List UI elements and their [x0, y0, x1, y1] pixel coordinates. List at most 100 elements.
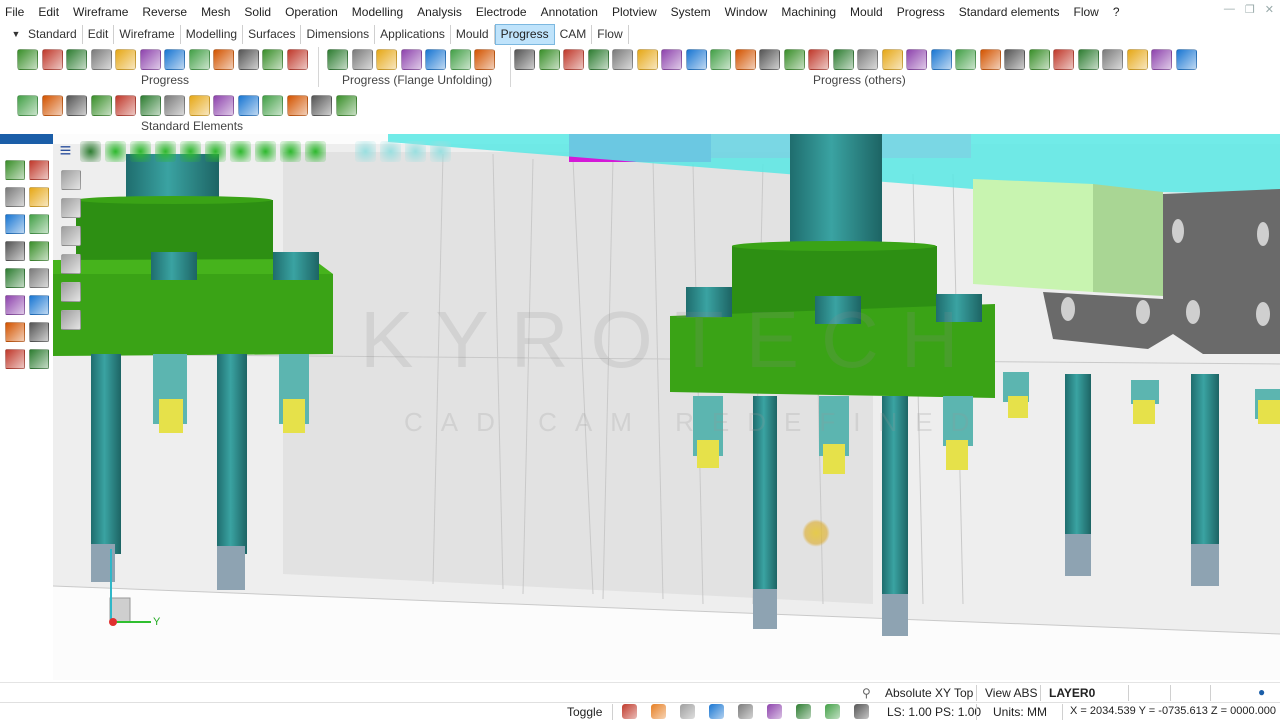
tool-button[interactable]: [514, 49, 535, 70]
zoom-all-icon[interactable]: [430, 140, 451, 162]
hamburger-icon[interactable]: ≡: [55, 140, 76, 162]
tool-button[interactable]: [833, 49, 854, 70]
tool-button[interactable]: [61, 170, 81, 190]
tool-button[interactable]: [29, 160, 49, 180]
tool-button[interactable]: [5, 214, 25, 234]
tool-button[interactable]: [29, 322, 49, 342]
tool-button[interactable]: [686, 49, 707, 70]
search-icon[interactable]: ⚲: [862, 686, 871, 700]
tool-button[interactable]: [91, 49, 112, 70]
tool-button[interactable]: [5, 295, 25, 315]
tool-button[interactable]: [238, 49, 259, 70]
tool-button[interactable]: [66, 95, 87, 116]
tool-button[interactable]: [637, 49, 658, 70]
tool-button[interactable]: [1053, 49, 1074, 70]
tool-button[interactable]: [661, 49, 682, 70]
tool-button[interactable]: [5, 187, 25, 207]
tool-button[interactable]: [1004, 49, 1025, 70]
view-abs-label[interactable]: View ABS: [985, 686, 1037, 700]
tool-button[interactable]: [42, 95, 63, 116]
cube-front-icon[interactable]: [180, 140, 201, 162]
cube-solid-icon[interactable]: [305, 140, 326, 162]
tool-button[interactable]: [474, 49, 495, 70]
tool-button[interactable]: [1151, 49, 1172, 70]
zoom-area-icon[interactable]: [405, 140, 426, 162]
tool-button[interactable]: [5, 241, 25, 261]
cube-right-icon[interactable]: [230, 140, 251, 162]
tool-button[interactable]: [29, 268, 49, 288]
tool-button[interactable]: [213, 49, 234, 70]
tool-button[interactable]: [115, 49, 136, 70]
tool-button[interactable]: [906, 49, 927, 70]
tool-button[interactable]: [29, 187, 49, 207]
cube-iso-icon[interactable]: [155, 140, 176, 162]
tool-button[interactable]: [5, 268, 25, 288]
tool-button[interactable]: [352, 49, 373, 70]
tool-button[interactable]: [61, 198, 81, 218]
tool-button[interactable]: [189, 49, 210, 70]
fit-icon[interactable]: [80, 140, 101, 162]
cube-left-icon[interactable]: [255, 140, 276, 162]
tool-button[interactable]: [29, 214, 49, 234]
tool-button[interactable]: [91, 95, 112, 116]
view-mode-label[interactable]: Absolute XY Top: [885, 686, 973, 700]
tool-button[interactable]: [5, 322, 25, 342]
status-tool-icon[interactable]: [709, 704, 724, 719]
magnet-icon[interactable]: [330, 141, 351, 162]
tool-button[interactable]: [17, 49, 38, 70]
tool-button[interactable]: [1078, 49, 1099, 70]
tool-button[interactable]: [29, 349, 49, 369]
tool-button[interactable]: [5, 349, 25, 369]
status-tool-icon[interactable]: [622, 704, 637, 719]
tool-button[interactable]: [1102, 49, 1123, 70]
tool-button[interactable]: [931, 49, 952, 70]
tool-button[interactable]: [759, 49, 780, 70]
tool-button[interactable]: [29, 241, 49, 261]
tool-button[interactable]: [376, 49, 397, 70]
cube-back-icon[interactable]: [280, 140, 301, 162]
tool-button[interactable]: [955, 49, 976, 70]
tool-button[interactable]: [882, 49, 903, 70]
tool-button[interactable]: [450, 49, 471, 70]
tool-button[interactable]: [735, 49, 756, 70]
tool-button[interactable]: [710, 49, 731, 70]
zoom-out-icon[interactable]: [380, 140, 401, 162]
tool-button[interactable]: [42, 49, 63, 70]
units-readout[interactable]: Units: MM: [993, 705, 1047, 719]
tool-button[interactable]: [808, 49, 829, 70]
tool-button[interactable]: [784, 49, 805, 70]
toggle-button[interactable]: Toggle: [567, 705, 602, 719]
globe-icon[interactable]: ●: [1258, 685, 1265, 699]
tool-button[interactable]: [140, 95, 161, 116]
tool-button[interactable]: [588, 49, 609, 70]
tool-button[interactable]: [66, 49, 87, 70]
tool-button[interactable]: [5, 160, 25, 180]
status-tool-icon[interactable]: [825, 704, 840, 719]
tool-button[interactable]: [262, 95, 283, 116]
tool-button[interactable]: [857, 49, 878, 70]
tool-button[interactable]: [336, 95, 357, 116]
tool-button[interactable]: [17, 95, 38, 116]
tool-button[interactable]: [539, 49, 560, 70]
tool-button[interactable]: [61, 310, 81, 330]
tool-button[interactable]: [164, 95, 185, 116]
tool-button[interactable]: [61, 282, 81, 302]
tool-button[interactable]: [287, 49, 308, 70]
tool-button[interactable]: [115, 95, 136, 116]
layer-label[interactable]: LAYER0: [1049, 686, 1095, 700]
tool-button[interactable]: [311, 95, 332, 116]
pan-icon[interactable]: [105, 140, 126, 162]
tool-button[interactable]: [262, 49, 283, 70]
tool-button[interactable]: [238, 95, 259, 116]
tool-button[interactable]: [612, 49, 633, 70]
tool-button[interactable]: [164, 49, 185, 70]
tool-button[interactable]: [140, 49, 161, 70]
tool-button[interactable]: [1176, 49, 1197, 70]
tool-button[interactable]: [61, 254, 81, 274]
tool-button[interactable]: [29, 295, 49, 315]
status-tool-icon[interactable]: [738, 704, 753, 719]
status-tool-icon[interactable]: [651, 704, 666, 719]
rotate-icon[interactable]: [130, 140, 151, 162]
cube-top-icon[interactable]: [205, 140, 226, 162]
tool-button[interactable]: [1029, 49, 1050, 70]
